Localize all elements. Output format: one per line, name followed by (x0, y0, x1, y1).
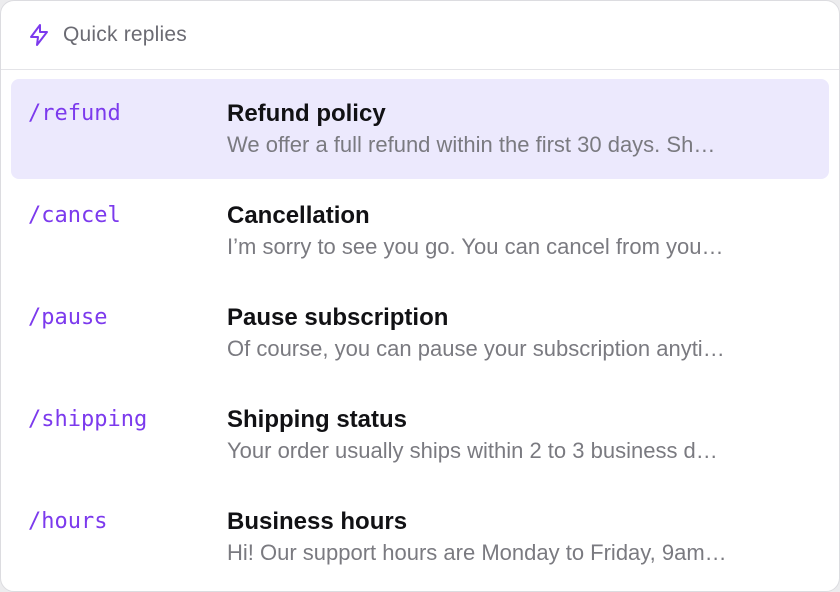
quick-reply-item-shipping[interactable]: /shipping Shipping status Your order usu… (11, 385, 829, 485)
reply-content: Business hours Hi! Our support hours are… (227, 487, 829, 569)
lightning-bolt-icon (27, 23, 51, 47)
quick-reply-item-refund[interactable]: /refund Refund policy We offer a full re… (11, 79, 829, 179)
quick-replies-panel: Quick replies /refund Refund policy We o… (0, 0, 840, 592)
reply-title: Business hours (227, 508, 408, 535)
reply-title: Shipping status (227, 406, 407, 433)
quick-reply-item-pause[interactable]: /pause Pause subscription Of course, you… (11, 283, 829, 383)
quick-reply-list: /refund Refund policy We offer a full re… (1, 70, 839, 587)
quick-reply-item-cancel[interactable]: /cancel Cancellation I’m sorry to see yo… (11, 181, 829, 281)
reply-preview: Your order usually ships within 2 to 3 b… (227, 438, 718, 463)
reply-title: Pause subscription (227, 304, 449, 331)
reply-shortcut: /pause (28, 305, 108, 330)
reply-title: Refund policy (227, 100, 386, 127)
reply-content: Shipping status Your order usually ships… (227, 385, 829, 467)
reply-preview: Hi! Our support hours are Monday to Frid… (227, 540, 727, 565)
reply-content: Cancellation I’m sorry to see you go. Yo… (227, 181, 829, 263)
panel-title: Quick replies (63, 23, 187, 46)
reply-shortcut: /shipping (28, 407, 148, 432)
quick-reply-item-hours[interactable]: /hours Business hours Hi! Our support ho… (11, 487, 829, 587)
reply-preview: We offer a full refund within the first … (227, 132, 716, 157)
reply-title: Cancellation (227, 202, 370, 229)
reply-content: Refund policy We offer a full refund wit… (227, 79, 829, 161)
reply-content: Pause subscription Of course, you can pa… (227, 283, 829, 365)
panel-header: Quick replies (1, 1, 839, 70)
reply-preview: Of course, you can pause your subscripti… (227, 336, 725, 361)
reply-shortcut: /hours (28, 509, 108, 534)
reply-preview: I’m sorry to see you go. You can cancel … (227, 234, 724, 259)
reply-shortcut: /refund (28, 101, 121, 126)
reply-shortcut: /cancel (28, 203, 121, 228)
